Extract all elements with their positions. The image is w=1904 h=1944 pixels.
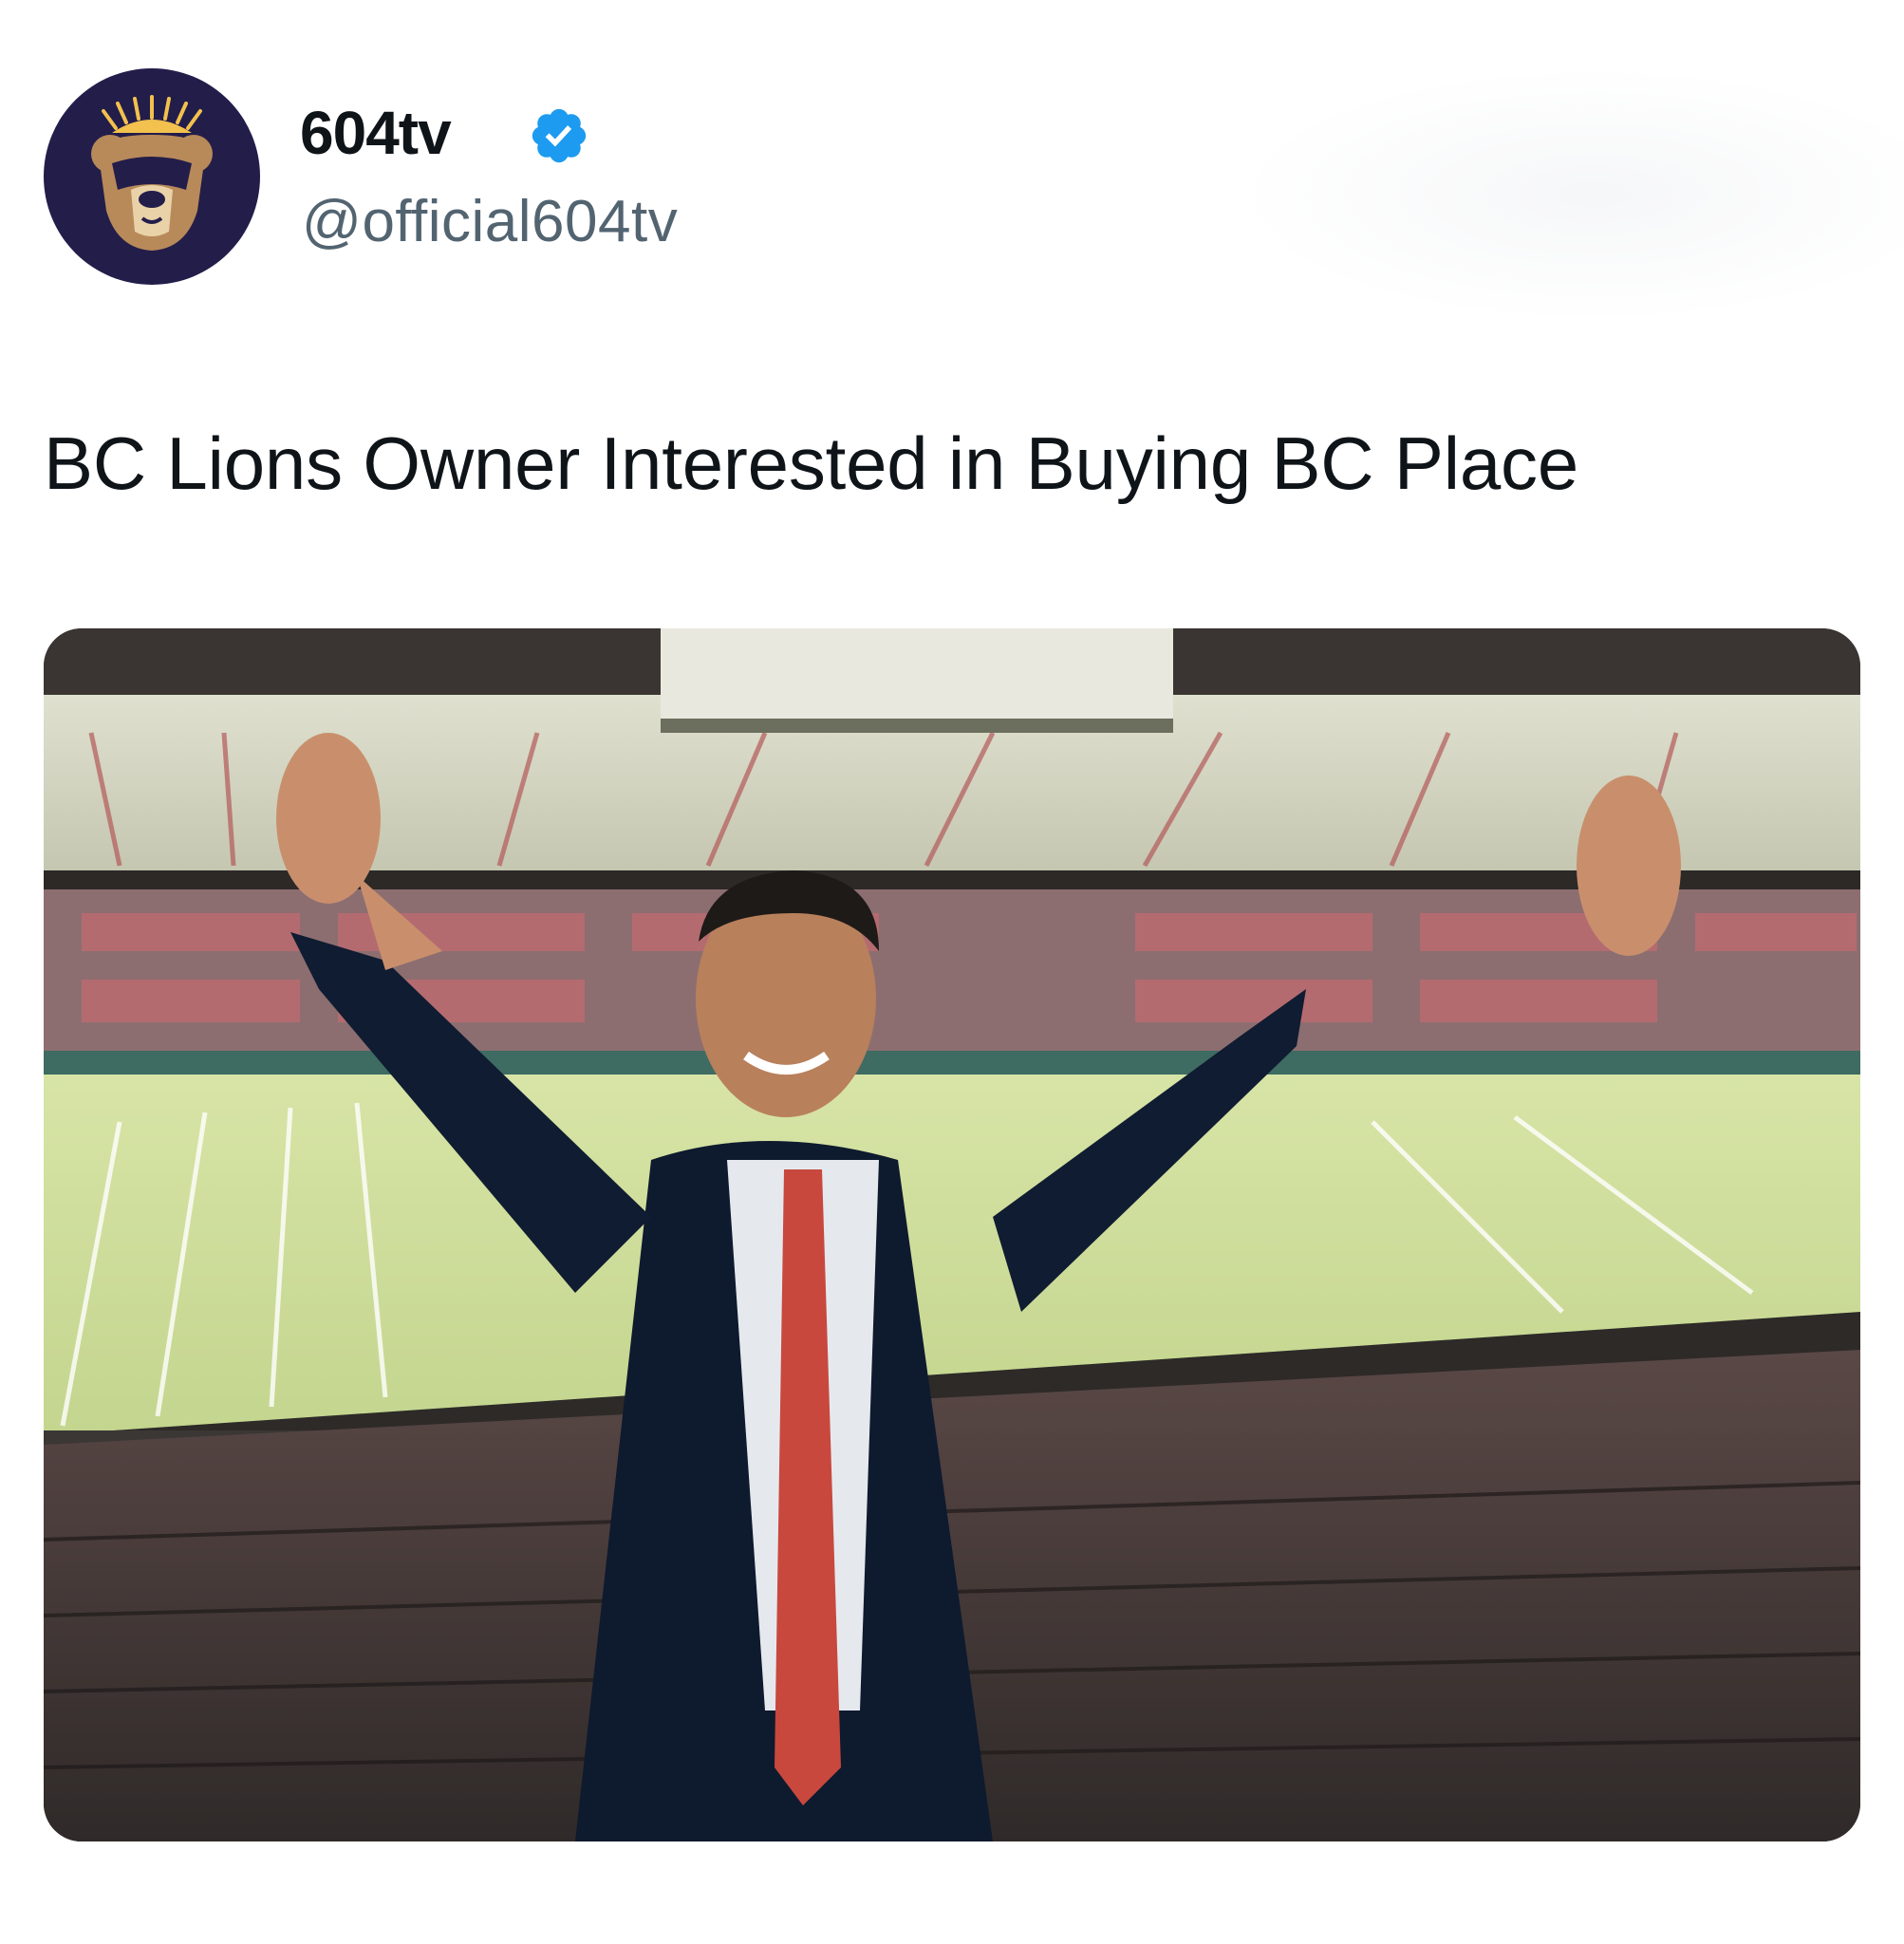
background-smudge (1234, 66, 1904, 323)
display-name[interactable]: 604tv (300, 97, 452, 169)
post-card: 604tv @official604tv BC Lions Owner Inte… (0, 0, 1904, 1944)
bear-sun-logo-icon (91, 95, 213, 251)
media-photo[interactable] (44, 628, 1860, 1841)
verified-badge-icon (532, 108, 587, 163)
avatar[interactable] (44, 68, 260, 285)
handle[interactable]: @official604tv (302, 188, 678, 256)
post-text: BC Lions Owner Interested in Buying BC P… (44, 421, 1579, 505)
stadium-photo (44, 628, 1860, 1841)
